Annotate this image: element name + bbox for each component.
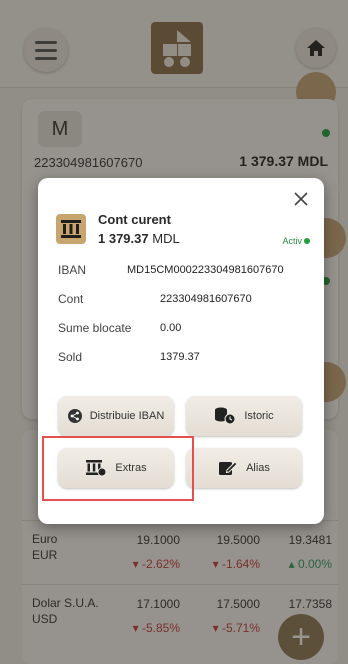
balance-value: 1379.37 — [160, 351, 200, 363]
status-dot-icon — [304, 238, 310, 244]
account-type-title: Cont curent — [98, 212, 171, 227]
status-label: Activ — [282, 236, 302, 246]
iban-label: IBAN — [58, 263, 87, 277]
bank-icon — [56, 214, 86, 244]
close-button[interactable] — [290, 188, 312, 210]
blocked-amount-value: 0.00 — [160, 322, 182, 334]
alias-label: Alias — [246, 462, 270, 474]
status-badge: Activ — [282, 236, 310, 246]
account-label: Cont — [58, 292, 84, 306]
coins-history-icon — [215, 407, 236, 425]
alias-button[interactable]: Alias — [186, 448, 302, 488]
account-value: 223304981607670 — [160, 293, 252, 305]
statement-button-highlight — [42, 436, 194, 501]
balance-label: Sold — [58, 350, 83, 364]
share-iban-label: Distribuie IBAN — [89, 410, 165, 422]
balance-currency: MDL — [152, 231, 180, 246]
account-balance: 1 379.37 MDL — [98, 231, 180, 246]
share-icon — [67, 409, 82, 423]
blocked-amount-label: Sume blocate — [58, 321, 132, 335]
balance-amount: 1 379.37 — [98, 231, 149, 246]
share-iban-button[interactable]: Distribuie IBAN — [58, 396, 174, 436]
history-button[interactable]: Istoric — [186, 396, 302, 436]
close-icon — [294, 192, 308, 206]
bank-building-icon — [61, 220, 81, 238]
history-label: Istoric — [244, 410, 274, 422]
edit-icon — [219, 461, 238, 475]
iban-value: MD15CM000223304981607670 — [127, 264, 284, 276]
